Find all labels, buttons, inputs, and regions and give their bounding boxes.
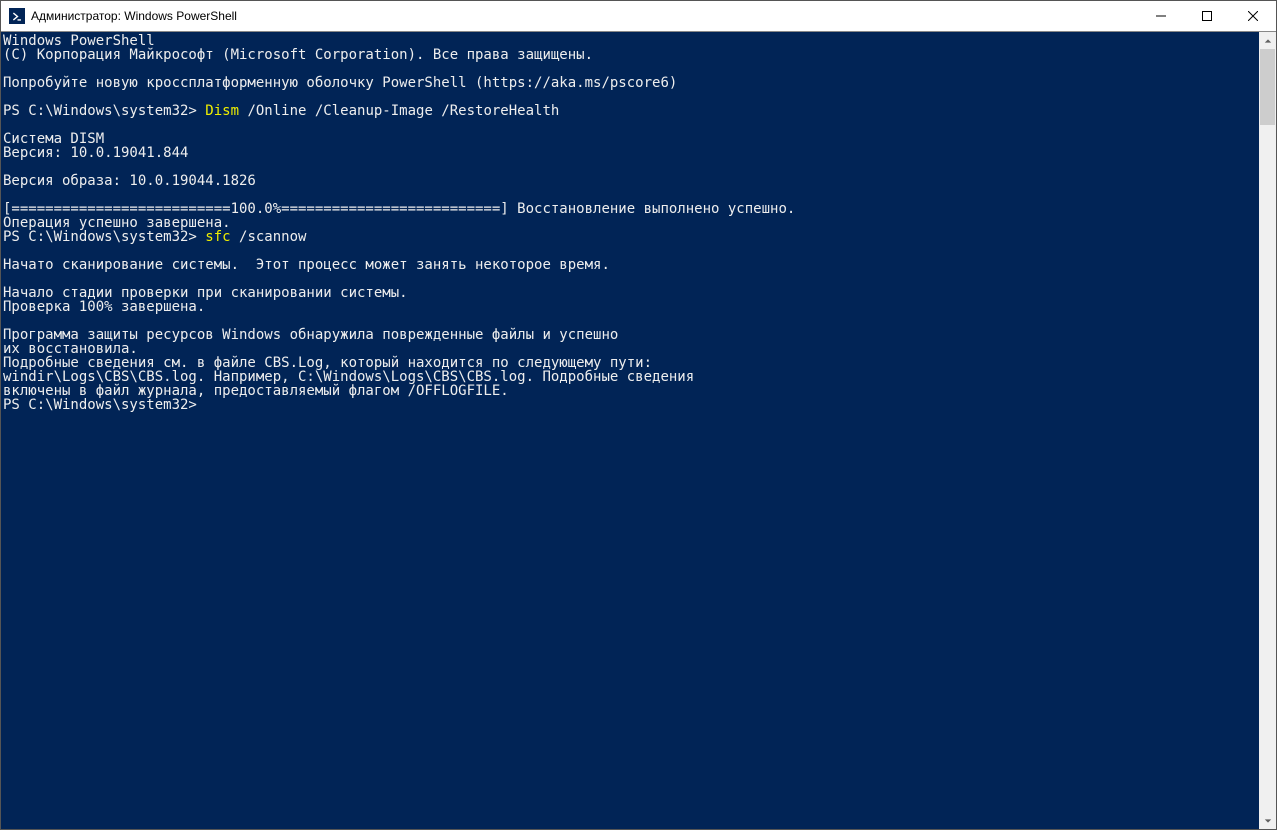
scroll-up-button[interactable] [1259, 32, 1276, 49]
powershell-window: Администратор: Windows PowerShell Window… [0, 0, 1277, 830]
terminal-output[interactable]: Windows PowerShell (C) Корпорация Майкро… [1, 32, 1259, 829]
minimize-button[interactable] [1138, 1, 1184, 31]
close-button[interactable] [1230, 1, 1276, 31]
prompt-2: PS C:\Windows\system32> [3, 229, 205, 245]
line-header2: (C) Корпорация Майкрософт (Microsoft Cor… [3, 47, 593, 63]
cmd-sfc: sfc [205, 229, 230, 245]
window-controls [1138, 1, 1276, 31]
line-dism-ver: Версия: 10.0.19041.844 [3, 145, 188, 161]
prompt-1: PS C:\Windows\system32> [3, 103, 205, 119]
client-area: Windows PowerShell (C) Корпорация Майкро… [1, 32, 1276, 829]
args-sfc: /scannow [231, 229, 307, 245]
cmd-dism: Dism [205, 103, 239, 119]
line-sfc3: Проверка 100% завершена. [3, 299, 205, 315]
powershell-icon [9, 8, 25, 24]
scroll-track[interactable] [1259, 49, 1276, 812]
line-try: Попробуйте новую кроссплатформенную обол… [3, 75, 677, 91]
scroll-down-button[interactable] [1259, 812, 1276, 829]
vertical-scrollbar[interactable] [1259, 32, 1276, 829]
args-dism: /Online /Cleanup-Image /RestoreHealth [239, 103, 559, 119]
scroll-thumb[interactable] [1260, 49, 1275, 125]
window-title: Администратор: Windows PowerShell [31, 9, 237, 23]
line-image-ver: Версия образа: 10.0.19044.1826 [3, 173, 256, 189]
maximize-button[interactable] [1184, 1, 1230, 31]
prompt-3: PS C:\Windows\system32> [3, 397, 197, 413]
line-sfc1: Начато сканирование системы. Этот процес… [3, 257, 610, 273]
title-bar[interactable]: Администратор: Windows PowerShell [1, 1, 1276, 32]
